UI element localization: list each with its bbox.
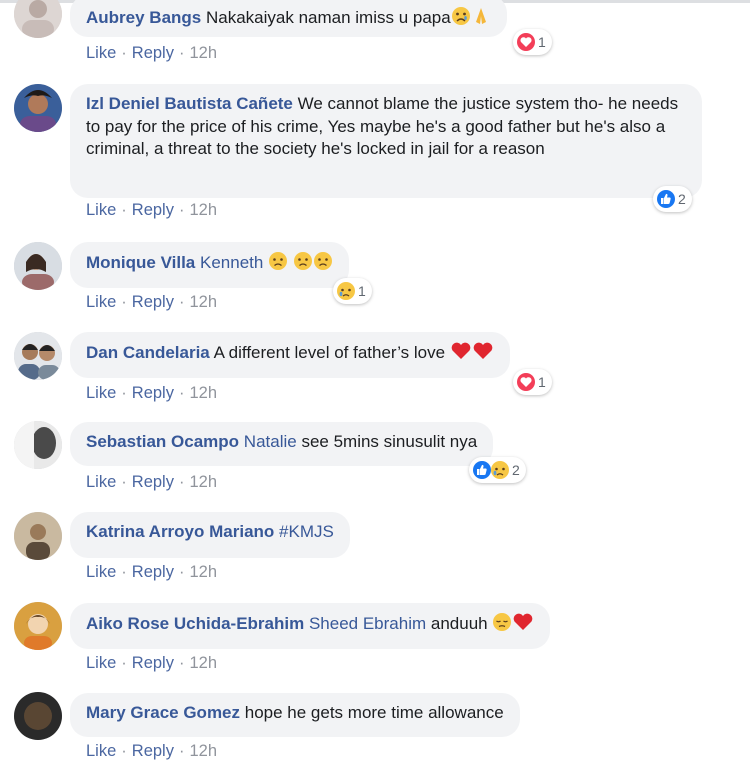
comment-actions: Like · Reply · 12h: [86, 384, 217, 402]
avatar[interactable]: [14, 421, 62, 469]
like-react-icon: [472, 460, 492, 480]
avatar[interactable]: [14, 0, 62, 38]
tagged-user[interactable]: Kenneth: [200, 253, 263, 272]
avatar[interactable]: [14, 602, 62, 650]
avatar[interactable]: [14, 512, 62, 560]
sad-react-icon: [336, 281, 356, 301]
red-heart-icon: [450, 341, 472, 368]
comment-actions: Like · Reply · 12h: [86, 473, 217, 491]
comment-author[interactable]: Monique Villa: [86, 253, 195, 272]
timestamp[interactable]: 12h: [189, 654, 217, 672]
like-link[interactable]: Like: [86, 201, 116, 219]
timestamp[interactable]: 12h: [189, 742, 217, 760]
comment-author[interactable]: Katrina Arroyo Mariano: [86, 522, 274, 541]
reply-link[interactable]: Reply: [132, 563, 174, 581]
comment-author[interactable]: Mary Grace Gomez: [86, 703, 240, 722]
like-link[interactable]: Like: [86, 742, 116, 760]
like-link[interactable]: Like: [86, 563, 116, 581]
reply-link[interactable]: Reply: [132, 293, 174, 311]
reaction-count: 1: [538, 34, 546, 50]
comment-bubble: Monique Villa Kenneth: [70, 242, 349, 288]
like-link[interactable]: Like: [86, 384, 116, 402]
reaction-count: 2: [512, 462, 520, 478]
comment-bubble: Mary Grace Gomez hope he gets more time …: [70, 693, 520, 737]
praying-hands-icon: [471, 6, 491, 33]
timestamp[interactable]: 12h: [189, 384, 217, 402]
comment-actions: Like · Reply · 12h: [86, 563, 217, 581]
pensive-face-icon: [492, 612, 512, 639]
comment-text: hope he gets more time allowance: [244, 703, 504, 722]
comment-text: anduuh: [430, 614, 488, 633]
reply-link[interactable]: Reply: [132, 742, 174, 760]
red-heart-icon: [512, 612, 534, 639]
avatar[interactable]: [14, 692, 62, 740]
frown-face-icon: [293, 251, 313, 278]
reaction-summary[interactable]: 2: [653, 186, 692, 212]
comment-actions: Like · Reply · 12h: [86, 293, 217, 311]
reply-link[interactable]: Reply: [132, 473, 174, 491]
avatar[interactable]: [14, 242, 62, 290]
comment-text: Nakakaiyak naman imiss u papa: [205, 8, 451, 27]
comment-actions: Like · Reply · 12h: [86, 742, 217, 760]
reaction-summary[interactable]: 2: [469, 457, 526, 483]
sad-react-icon: [490, 460, 510, 480]
sad-face-icon: [451, 6, 471, 33]
reaction-count: 1: [538, 374, 546, 390]
reply-link[interactable]: Reply: [132, 201, 174, 219]
comment-text: A different level of father’s love: [213, 343, 446, 362]
frown-face-icon: [268, 251, 288, 278]
reaction-count: 1: [358, 283, 366, 299]
tagged-user[interactable]: Natalie: [244, 432, 297, 451]
frown-face-icon: [313, 251, 333, 278]
comment-author[interactable]: Izl Deniel Bautista Cañete: [86, 94, 293, 113]
avatar[interactable]: [14, 84, 62, 132]
like-react-icon: [656, 189, 676, 209]
reply-link[interactable]: Reply: [132, 654, 174, 672]
like-link[interactable]: Like: [86, 473, 116, 491]
reaction-summary[interactable]: 1: [333, 278, 372, 304]
reaction-count: 2: [678, 191, 686, 207]
comment-bubble: Katrina Arroyo Mariano #KMJS: [70, 512, 350, 558]
timestamp[interactable]: 12h: [189, 473, 217, 491]
comment-bubble: Sebastian Ocampo Natalie see 5mins sinus…: [70, 422, 494, 466]
comment-author[interactable]: Aubrey Bangs: [86, 8, 201, 27]
reply-link[interactable]: Reply: [132, 384, 174, 402]
like-link[interactable]: Like: [86, 654, 116, 672]
comment-author[interactable]: Dan Candelaria: [86, 343, 210, 362]
comment-actions: Like · Reply · 12h: [86, 44, 217, 62]
comment-actions: Like · Reply · 12h: [86, 201, 217, 219]
timestamp[interactable]: 12h: [189, 201, 217, 219]
like-link[interactable]: Like: [86, 293, 116, 311]
heart-react-icon: [516, 372, 536, 392]
reaction-summary[interactable]: 1: [513, 29, 552, 55]
tagged-user[interactable]: Sheed Ebrahim: [309, 614, 426, 633]
timestamp[interactable]: 12h: [189, 563, 217, 581]
like-link[interactable]: Like: [86, 44, 116, 62]
hashtag-link[interactable]: #KMJS: [279, 522, 334, 541]
comment-bubble: Izl Deniel Bautista Cañete We cannot bla…: [70, 84, 702, 198]
comment-author[interactable]: Sebastian Ocampo: [86, 432, 239, 451]
avatar[interactable]: [14, 332, 62, 380]
timestamp[interactable]: 12h: [189, 44, 217, 62]
reaction-summary[interactable]: 1: [513, 369, 552, 395]
comment-actions: Like · Reply · 12h: [86, 654, 217, 672]
reply-link[interactable]: Reply: [132, 44, 174, 62]
comment-author[interactable]: Aiko Rose Uchida-Ebrahim: [86, 614, 304, 633]
comment-bubble: Aiko Rose Uchida-Ebrahim Sheed Ebrahim a…: [70, 603, 551, 649]
timestamp[interactable]: 12h: [189, 293, 217, 311]
heart-react-icon: [516, 32, 536, 52]
comment-bubble: Aubrey Bangs Nakakaiyak naman imiss u pa…: [70, 0, 507, 37]
comment-bubble: Dan Candelaria A different level of fath…: [70, 332, 510, 378]
comment-text: see 5mins sinusulit nya: [301, 432, 478, 451]
red-heart-icon: [472, 341, 494, 368]
